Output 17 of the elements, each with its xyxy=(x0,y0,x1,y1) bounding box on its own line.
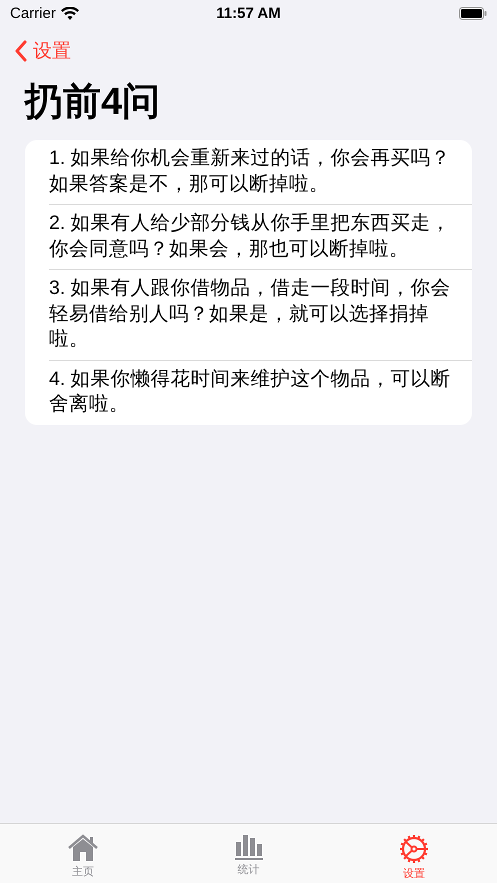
house-icon xyxy=(66,834,99,862)
battery-icon xyxy=(459,6,487,20)
question-text: 2. 如果有人给少部分钱从你手里把东西买走，你会同意吗？如果会，那也可以断掉啦。 xyxy=(49,205,472,270)
question-text: 4. 如果你懒得花时间来维护这个物品，可以断舍离啦。 xyxy=(49,366,452,417)
tab-item[interactable]: 统计 xyxy=(166,824,332,883)
tab-item[interactable]: 设置 xyxy=(331,824,497,883)
status-time: 11:57 AM xyxy=(216,4,281,22)
wifi-icon xyxy=(60,6,79,20)
gear-icon xyxy=(399,834,430,864)
chevron-left-icon xyxy=(14,40,27,62)
carrier-label: Carrier xyxy=(10,4,56,22)
question-text: 3. 如果有人跟你借物品，借走一段时间，你会轻易借给别人吗？如果是，就可以选择捐掉啦。 xyxy=(49,270,472,360)
bar-chart-icon xyxy=(234,834,262,860)
page-title: 扔前4问 xyxy=(25,80,162,125)
back-button[interactable]: 设置 xyxy=(14,38,71,64)
question-text: 1. 如果给你机会重新来过的话，你会再买吗？如果答案是不，那可以断掉啦。 xyxy=(49,140,472,205)
tab-item[interactable]: 主页 xyxy=(0,824,166,883)
